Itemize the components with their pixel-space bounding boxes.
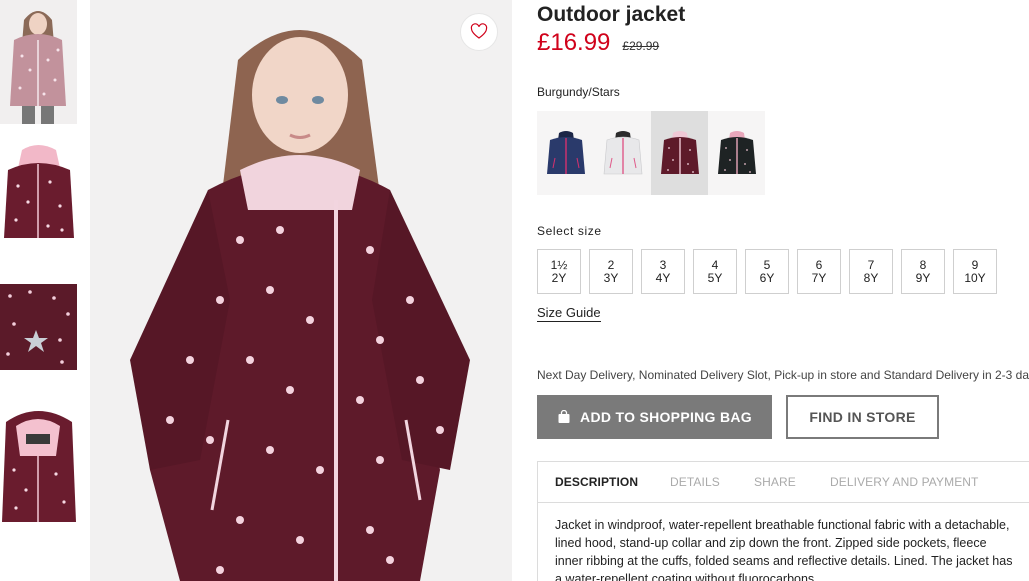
size-age: 7Y — [811, 270, 827, 285]
size-option[interactable]: 1½ 2Y — [537, 249, 581, 294]
thumbnail-jacket-image — [0, 142, 77, 242]
size-option[interactable]: 4 5Y — [693, 249, 737, 294]
jacket-swatch-image — [717, 131, 756, 174]
favourite-button[interactable] — [460, 13, 498, 51]
size-age: 5Y — [707, 270, 723, 285]
jacket-swatch-image — [603, 131, 642, 175]
size-option[interactable]: 8 9Y — [901, 249, 945, 294]
jacket-swatch-image — [546, 131, 585, 174]
selected-colour-label: Burgundy/Stars — [537, 85, 620, 99]
original-price: £29.99 — [622, 39, 660, 53]
tab-delivery-and-payment[interactable]: DELIVERY AND PAYMENT — [830, 475, 979, 489]
swatch-black-stars[interactable] — [708, 111, 765, 195]
thumbnail-fabric-image — [0, 284, 77, 370]
colour-swatches — [537, 111, 765, 195]
product-info-panel: Outdoor jacket £16.99 £29.99 Burgundy/St… — [537, 0, 1029, 581]
size-number: 1½ — [550, 257, 568, 272]
hero-model-image — [90, 0, 512, 581]
size-option[interactable]: 5 6Y — [745, 249, 789, 294]
thumbnail-fabric-detail[interactable] — [0, 284, 77, 370]
jacket-swatch-image — [660, 131, 699, 174]
add-to-bag-button[interactable]: ADD TO SHOPPING BAG — [537, 395, 772, 439]
size-option[interactable]: 7 8Y — [849, 249, 893, 294]
price-row: £16.99 £29.99 — [537, 29, 659, 57]
size-number: 7 — [867, 257, 875, 272]
size-number: 8 — [919, 257, 927, 272]
tab-details[interactable]: DETAILS — [670, 475, 720, 489]
add-to-bag-label: ADD TO SHOPPING BAG — [580, 409, 752, 425]
select-size-label: Select size — [537, 224, 602, 238]
size-age: 8Y — [863, 270, 879, 285]
size-age: 6Y — [759, 270, 775, 285]
size-age: 4Y — [655, 270, 671, 285]
size-option[interactable]: 6 7Y — [797, 249, 841, 294]
current-price: £16.99 — [537, 29, 611, 56]
size-age: 2Y — [551, 270, 567, 285]
thumbnail-model-front[interactable] — [0, 0, 77, 124]
size-number: 3 — [659, 257, 667, 272]
shopping-bag-icon — [558, 410, 570, 423]
delivery-info: Next Day Delivery, Nominated Delivery Sl… — [537, 368, 1029, 382]
size-number: 9 — [971, 257, 979, 272]
swatch-white[interactable] — [594, 111, 651, 195]
find-in-store-button[interactable]: FIND IN STORE — [786, 395, 939, 439]
thumbnail-hood-image — [0, 404, 77, 524]
product-title: Outdoor jacket — [537, 3, 686, 26]
tab-share[interactable]: SHARE — [754, 475, 796, 489]
size-number: 5 — [763, 257, 771, 272]
size-age: 10Y — [964, 270, 986, 285]
size-number: 6 — [815, 257, 823, 272]
thumbnail-hood-detail[interactable] — [0, 404, 77, 524]
size-options: 1½ 2Y 2 3Y 3 4Y 4 5Y 5 6Y 6 7Y 7 8Y 8 9Y 9 10Y — [537, 249, 1005, 294]
tab-description[interactable]: DESCRIPTION — [555, 475, 638, 489]
swatch-burgundy-stars[interactable] — [651, 111, 708, 195]
size-option[interactable]: 9 10Y — [953, 249, 997, 294]
size-number: 2 — [607, 257, 615, 272]
details-tabs: DESCRIPTION DETAILS SHARE DELIVERY AND P… — [538, 462, 1029, 503]
product-details-panel: DESCRIPTION DETAILS SHARE DELIVERY AND P… — [537, 461, 1029, 581]
size-age: 9Y — [915, 270, 931, 285]
size-option[interactable]: 3 4Y — [641, 249, 685, 294]
size-option[interactable]: 2 3Y — [589, 249, 633, 294]
size-number: 4 — [711, 257, 719, 272]
heart-icon — [470, 23, 488, 39]
product-description: Jacket in windproof, water-repellent bre… — [555, 518, 1013, 581]
product-main-image[interactable] — [90, 0, 512, 581]
thumbnail-jacket-flat[interactable] — [0, 142, 77, 242]
swatch-dark-blue[interactable] — [537, 111, 594, 195]
thumbnail-model-image — [0, 0, 77, 124]
size-guide-link[interactable]: Size Guide — [537, 305, 601, 322]
size-age: 3Y — [603, 270, 619, 285]
